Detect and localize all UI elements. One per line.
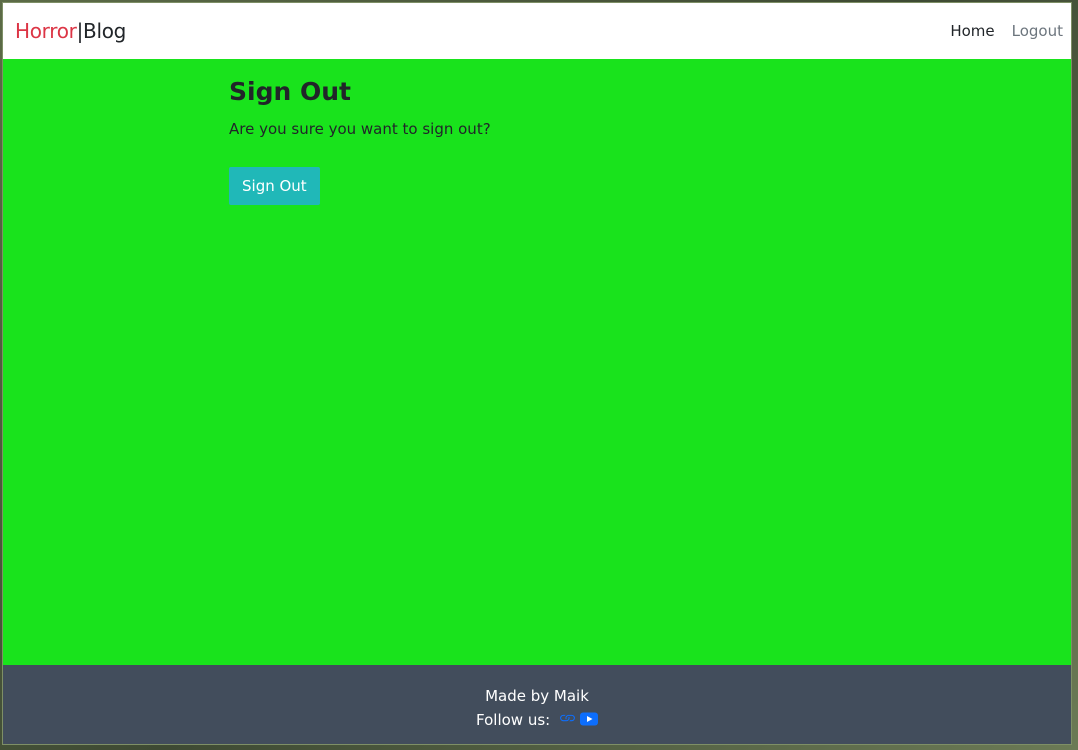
footer: Made by Maik Follow us: [3,665,1071,744]
brand-blog-text: Blog [83,19,127,43]
follow-label: Follow us: [476,711,551,729]
footer-credit: Made by Maik [485,687,589,705]
page-title: Sign Out [229,77,351,106]
link-icon[interactable] [559,709,576,733]
sign-out-button[interactable]: Sign Out [229,167,320,205]
social-icons [555,709,598,733]
navbar: Horror|Blog Home Logout [3,3,1071,59]
nav-link-logout[interactable]: Logout [1012,22,1063,40]
signout-confirm-message: Are you sure you want to sign out? [229,120,491,138]
brand-horror-text: Horror [15,19,77,43]
footer-follow: Follow us: [3,708,1071,733]
browser-window: Horror|Blog Home Logout Sign Out Are you… [2,2,1072,745]
youtube-icon[interactable] [579,709,598,733]
nav-links: Home Logout [933,22,1063,40]
nav-link-home[interactable]: Home [950,22,994,40]
brand-logo[interactable]: Horror|Blog [15,19,126,43]
signout-section: Sign Out Are you sure you want to sign o… [229,77,491,205]
